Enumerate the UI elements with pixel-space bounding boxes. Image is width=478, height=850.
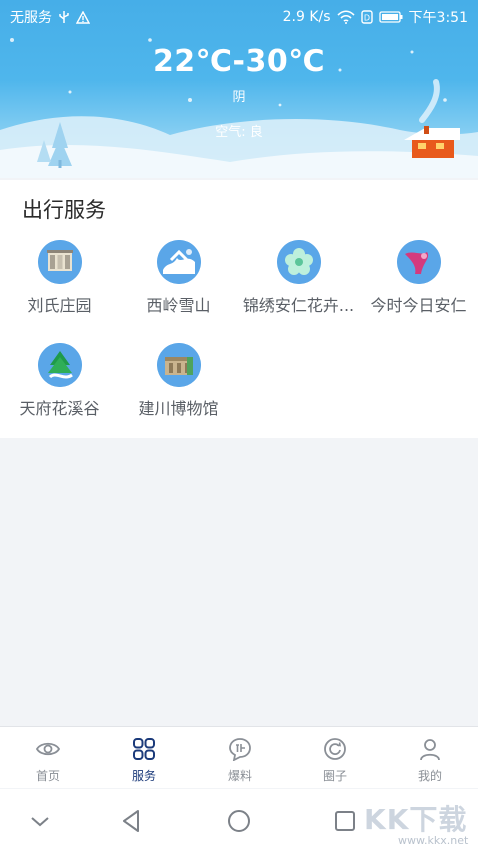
weather-header: 无服务 2.9 K/s D 下午3:51 22℃-30℃ 阴 空气: 良 [0,0,478,178]
service-item-xiling-snow-mountain[interactable]: 西岭雪山 [119,240,238,330]
carrier-text: 无服务 [10,10,52,26]
service-item-liu-manor[interactable]: 刘氏庄园 [0,240,119,330]
tab-label: 我的 [417,769,442,783]
watermark-text: KK下载 [364,803,468,836]
service-label: 刘氏庄园 [27,296,92,315]
service-label: 建川博物馆 [138,399,219,418]
manor-icon [38,240,82,284]
status-bar: 无服务 2.9 K/s D 下午3:51 [0,0,478,32]
tab-services[interactable]: 服务 [96,727,192,789]
tab-profile[interactable]: 我的 [382,727,478,789]
svg-text:D: D [363,14,369,23]
tab-circle[interactable]: 圈子 [287,727,383,789]
service-item-anren-flowers[interactable]: 锦绣安仁花卉... [239,240,358,330]
recents-icon[interactable] [331,807,359,835]
watermark-logo: KK下载 www.kkx.net [360,796,478,850]
network-speed: 2.9 K/s [282,9,331,25]
back-icon[interactable] [118,807,146,835]
service-label: 锦绣安仁花卉... [242,296,355,315]
air-quality: 空气: 良 [215,125,263,140]
app-root: 无服务 2.9 K/s D 下午3:51 22℃-30℃ 阴 空气: 良 出行服… [0,0,478,850]
chat-icon [229,738,251,761]
warning-icon [76,10,90,24]
snow-mountain-icon [157,240,201,284]
flower-icon [277,240,321,284]
tab-label: 首页 [35,769,60,783]
bottom-tab-bar: 首页 服务 爆料 圈子 我的 [0,726,478,788]
home-icon[interactable] [225,807,253,835]
grid-icon [133,738,155,760]
service-item-anren-today[interactable]: 今时今日安仁 [359,240,478,330]
clock-text: 下午3:51 [408,10,468,26]
circle-icon [324,738,346,760]
tab-label: 服务 [131,769,156,783]
eye-icon [36,742,60,756]
service-item-tianfu-valley[interactable]: 天府花溪谷 [0,343,119,433]
ribbon-icon [397,240,441,284]
museum-icon [157,343,201,387]
data-icon: D [360,10,373,24]
tab-label: 爆料 [227,769,252,783]
user-icon [420,739,440,761]
tab-home[interactable]: 首页 [0,727,96,789]
section-title: 出行服务 [22,198,106,222]
travel-services-panel: 出行服务 刘氏庄园 西岭雪山 锦绣安仁花卉... 今时今日安仁 天府花溪谷 建川… [0,180,478,438]
chevron-down-icon[interactable] [26,807,54,835]
battery-icon [378,11,403,23]
service-item-jianchuan-museum[interactable]: 建川博物馆 [119,343,238,433]
usb-icon [58,10,70,24]
valley-icon [38,343,82,387]
service-label: 天府花溪谷 [19,399,100,418]
tab-label: 圈子 [322,769,347,783]
temperature-range: 22℃-30℃ [152,44,326,79]
wifi-icon [336,10,355,24]
tab-report[interactable]: 爆料 [192,727,288,789]
watermark-url: www.kkx.net [398,834,469,847]
service-label: 西岭雪山 [146,296,211,315]
weather-condition: 阴 [232,90,246,105]
service-label: 今时今日安仁 [370,296,467,315]
